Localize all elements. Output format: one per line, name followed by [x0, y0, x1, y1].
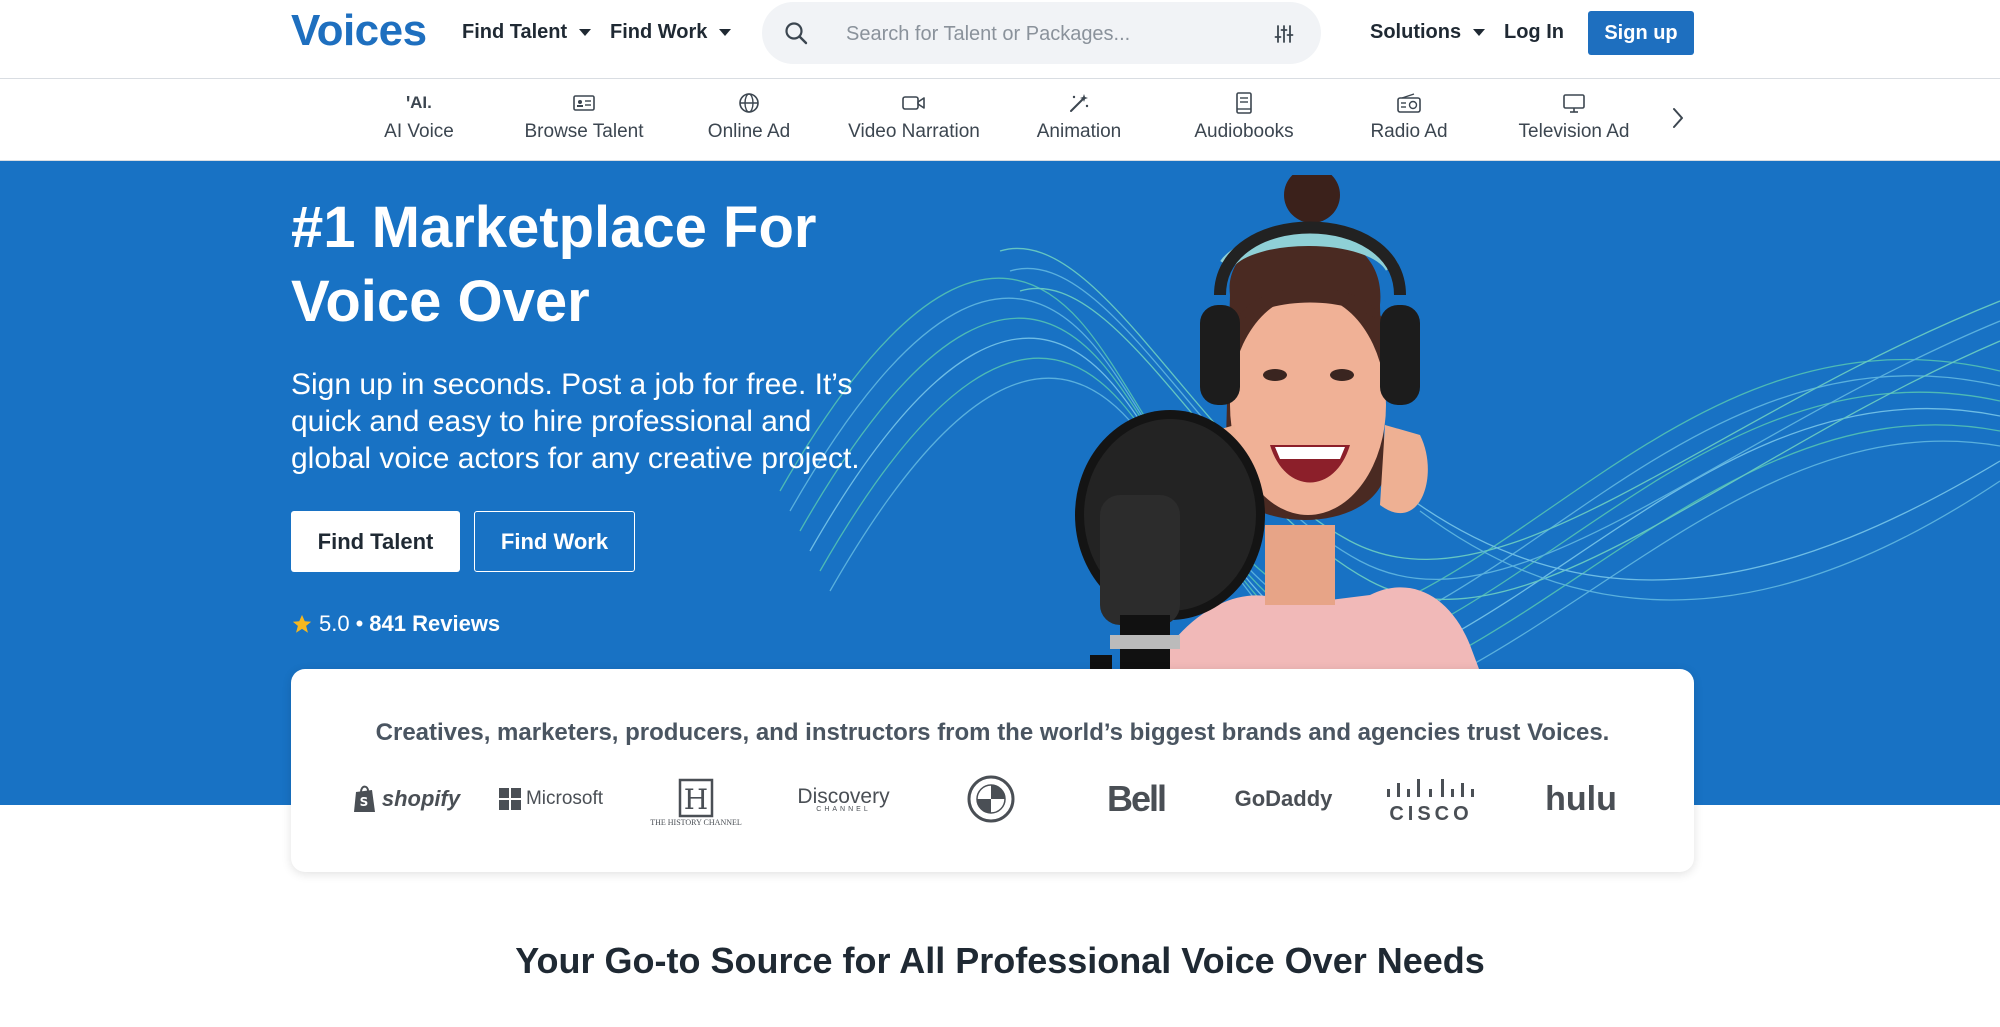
find-talent-label: Find Talent — [462, 21, 568, 43]
solutions-menu[interactable]: Solutions — [1370, 21, 1486, 44]
category-animation[interactable]: Animation — [999, 91, 1159, 143]
svg-text:H: H — [684, 783, 708, 816]
category-label: AI Voice — [384, 121, 454, 142]
ai-icon: ꞌAI. — [406, 93, 432, 112]
category-label: Animation — [1036, 121, 1122, 142]
rating-value: 5.0 — [319, 611, 350, 636]
category-audiobooks[interactable]: Audiobooks — [1164, 91, 1324, 143]
radio-icon — [1329, 91, 1489, 115]
caret-down-icon — [1473, 29, 1486, 36]
cisco-logo: CISCO — [1381, 774, 1481, 830]
rating-summary[interactable]: 5.0 • 841 Reviews — [291, 611, 500, 637]
svg-text:S: S — [360, 795, 369, 809]
microsoft-squares-icon — [498, 788, 521, 810]
shopify-logo: S shopify — [351, 774, 461, 824]
hero-subtitle: Sign up in seconds. Post a job for free.… — [291, 368, 860, 475]
caret-down-icon — [719, 29, 732, 36]
history-h-icon: H — [678, 778, 714, 817]
category-radio-ad[interactable]: Radio Ad — [1329, 91, 1489, 143]
category-label: Online Ad — [707, 121, 791, 142]
category-label: Television Ad — [1518, 121, 1630, 142]
chevron-right-icon[interactable] — [1670, 105, 1686, 131]
trusted-brands-card: Creatives, marketers, producers, and ins… — [291, 669, 1694, 872]
hero-title: #1 Marketplace For Voice Over — [291, 195, 817, 334]
find-talent-menu[interactable]: Find Talent — [462, 21, 592, 44]
category-label: Audiobooks — [1194, 121, 1294, 142]
id-card-icon — [504, 91, 664, 115]
category-bar: ꞌAI. AI Voice Browse Talent Online Ad Vi… — [0, 79, 2000, 161]
godaddy-logo: GoDaddy — [1234, 786, 1333, 811]
category-label: Radio Ad — [1370, 121, 1448, 142]
category-video-narration[interactable]: Video Narration — [834, 91, 994, 143]
reviews-count: 841 Reviews — [369, 611, 501, 636]
hero-find-talent-button[interactable]: Find Talent — [291, 511, 460, 572]
bmw-logo — [961, 774, 1021, 824]
voices-logo[interactable]: Voices — [291, 6, 427, 56]
microsoft-logo: Microsoft — [496, 774, 606, 824]
video-camera-icon — [834, 91, 994, 115]
bell-logo: Bell — [1106, 778, 1167, 819]
solutions-label: Solutions — [1370, 21, 1462, 43]
category-label: Browse Talent — [524, 121, 644, 142]
login-link[interactable]: Log In — [1504, 21, 1564, 44]
category-online-ad[interactable]: Online Ad — [669, 91, 829, 143]
book-icon — [1164, 91, 1324, 115]
category-browse-talent[interactable]: Browse Talent — [504, 91, 664, 143]
hero-find-work-button[interactable]: Find Work — [474, 511, 635, 572]
cisco-bars-icon — [1387, 778, 1474, 797]
history-channel-logo: H THE HISTORY CHANNEL — [646, 774, 746, 830]
find-work-label: Find Work — [610, 21, 708, 43]
star-icon — [292, 614, 312, 633]
trust-statement: Creatives, marketers, producers, and ins… — [375, 719, 1610, 746]
magic-wand-icon — [999, 91, 1159, 115]
rating-separator: • — [355, 611, 364, 636]
caret-down-icon — [579, 29, 592, 36]
monitor-icon — [1494, 91, 1654, 115]
hulu-logo: hulu — [1545, 779, 1617, 818]
search-bar — [762, 2, 1321, 64]
search-icon[interactable] — [784, 21, 808, 45]
signup-button[interactable]: Sign up — [1588, 11, 1694, 55]
category-label: Video Narration — [848, 121, 980, 142]
search-input[interactable] — [844, 14, 1248, 54]
category-ai-voice[interactable]: ꞌAI. AI Voice — [339, 91, 499, 143]
top-nav: Voices Find Talent Find Work Solutions L… — [0, 0, 2000, 79]
filter-sliders-icon[interactable] — [1274, 24, 1294, 44]
discovery-logo: Discovery CHANNEL — [797, 785, 890, 813]
category-television-ad[interactable]: Television Ad — [1494, 91, 1654, 143]
find-work-menu[interactable]: Find Work — [610, 21, 732, 44]
section-title: Your Go-to Source for All Professional V… — [515, 940, 1485, 981]
globe-icon — [669, 91, 829, 115]
shopify-bag-icon: S — [353, 785, 375, 812]
bmw-roundel-icon — [967, 775, 1015, 823]
